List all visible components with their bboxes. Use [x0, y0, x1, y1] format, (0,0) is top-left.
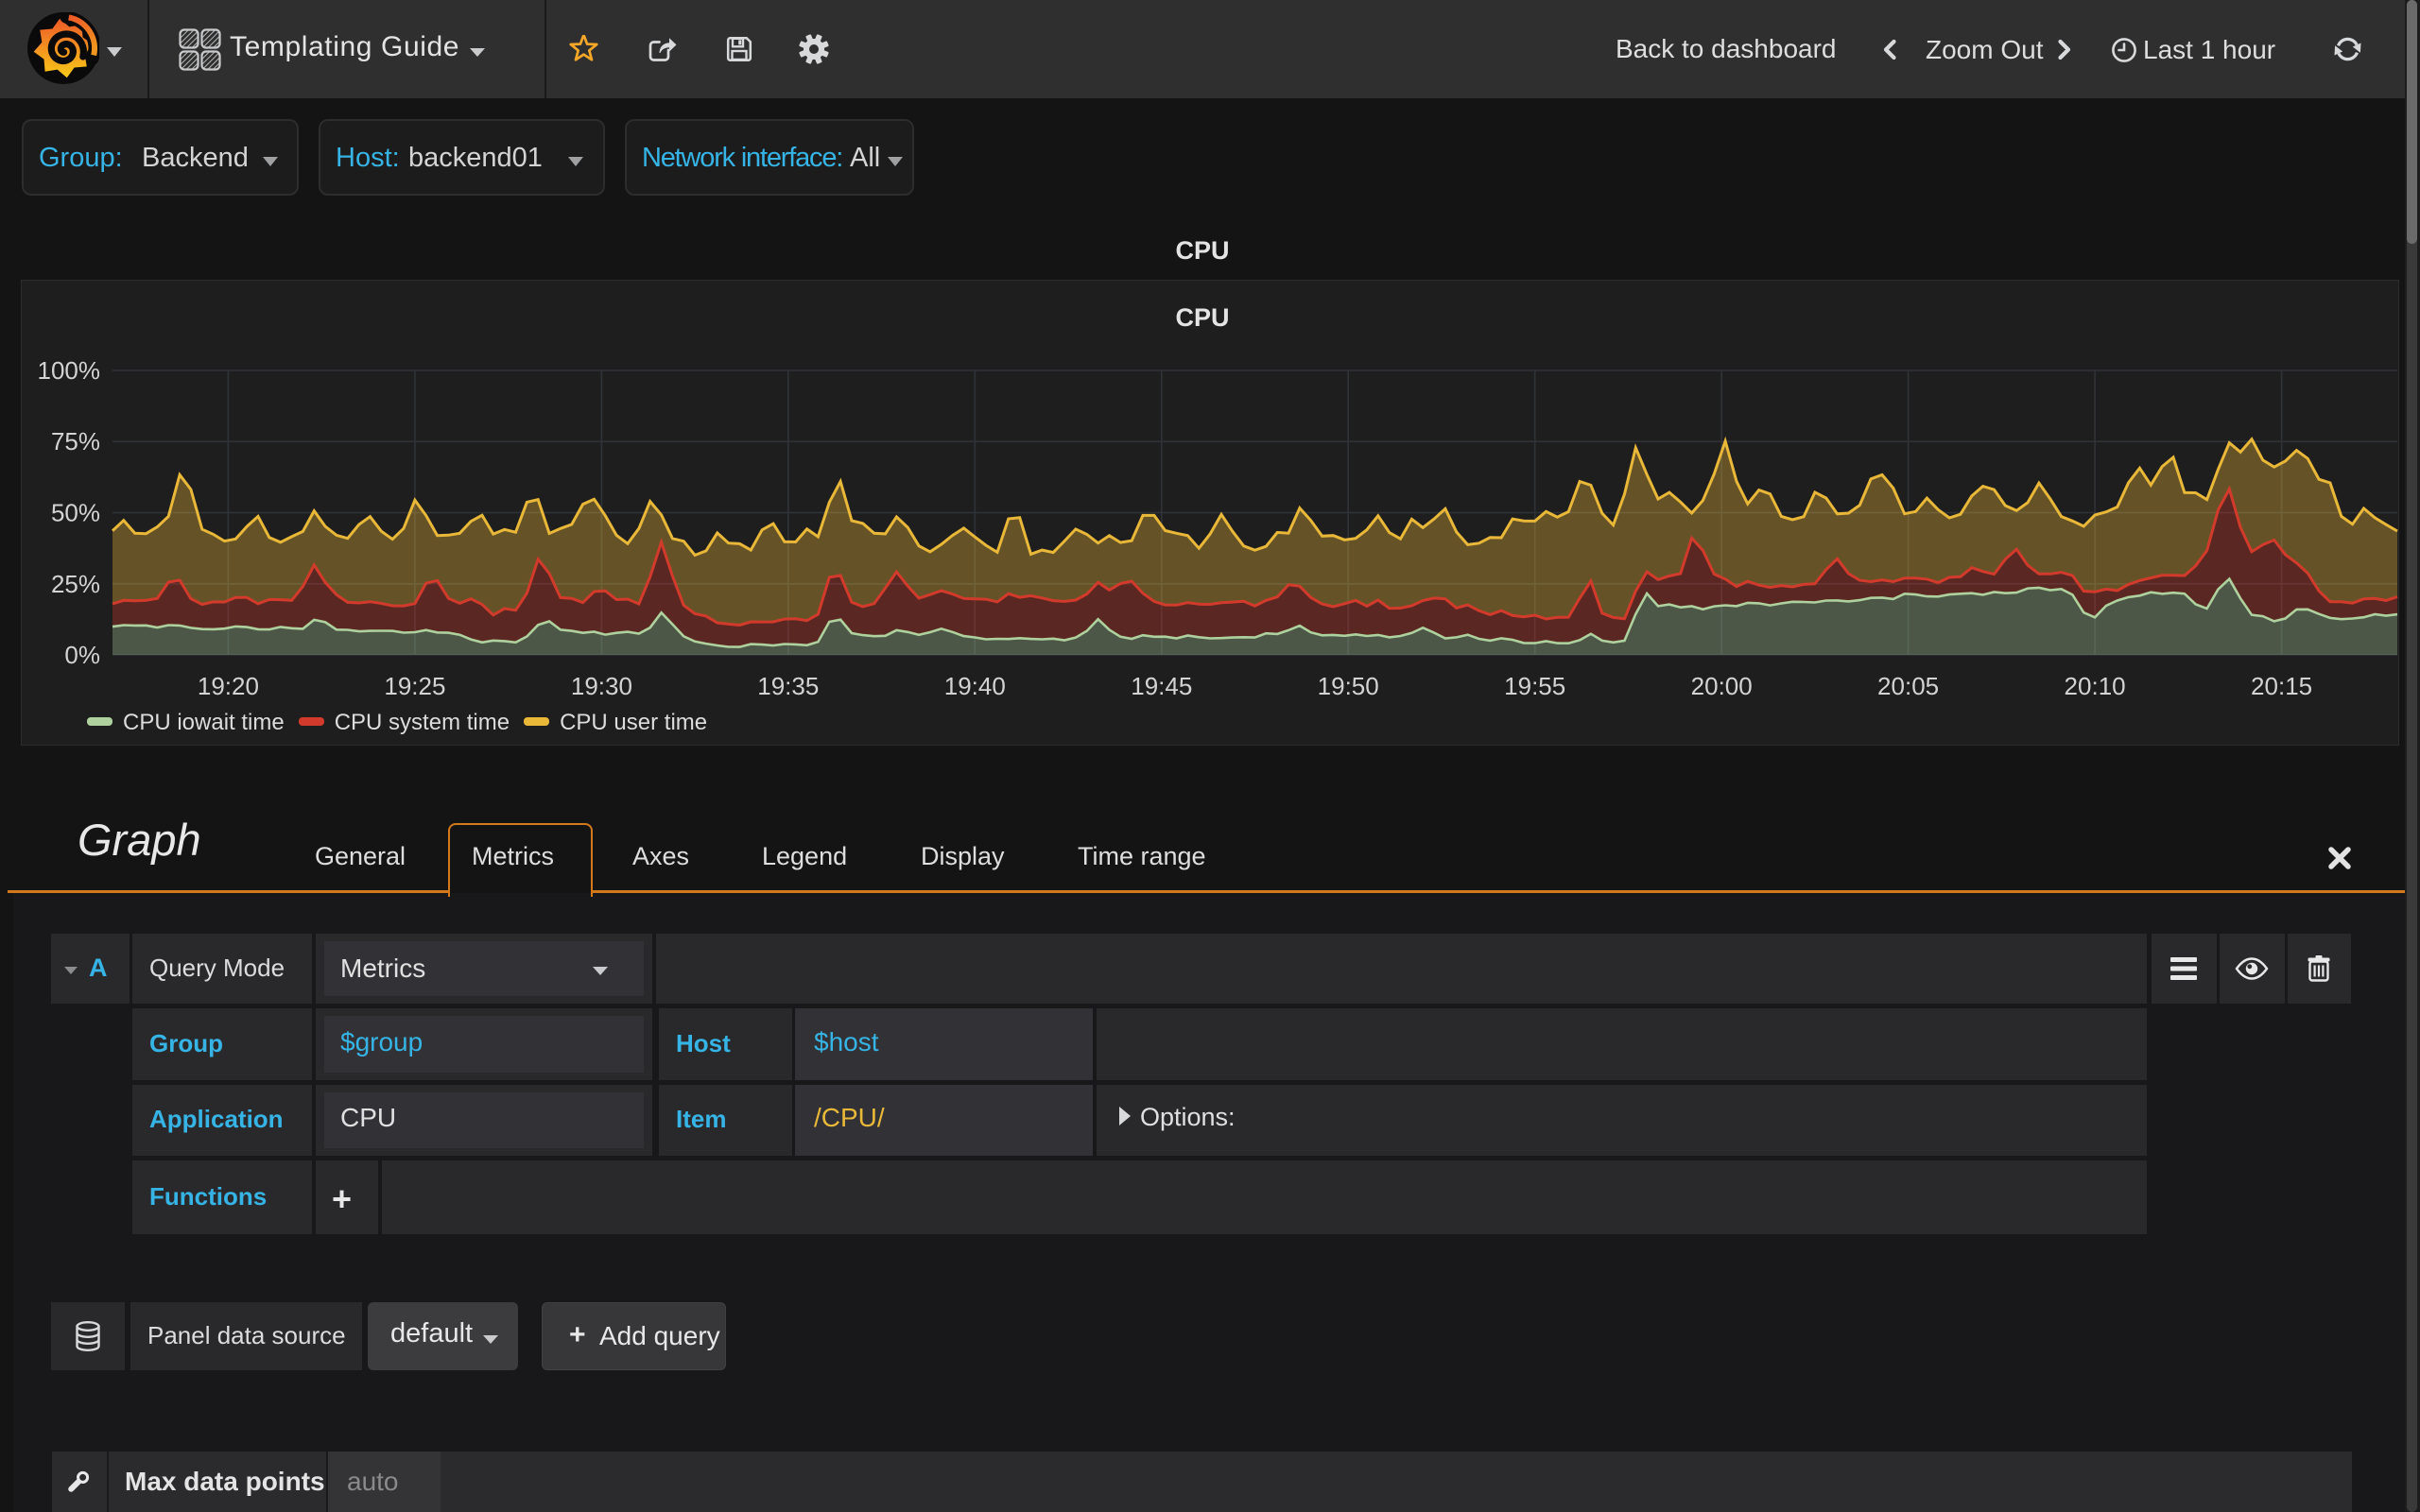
svg-text:19:20: 19:20: [198, 672, 259, 700]
svg-text:20:10: 20:10: [2065, 672, 2126, 700]
svg-text:19:30: 19:30: [571, 672, 632, 700]
svg-text:20:00: 20:00: [1691, 672, 1753, 700]
svg-text:75%: 75%: [51, 427, 100, 455]
svg-text:19:35: 19:35: [757, 672, 819, 700]
svg-text:19:25: 19:25: [384, 672, 445, 700]
svg-text:20:15: 20:15: [2251, 672, 2312, 700]
svg-text:100%: 100%: [38, 356, 101, 385]
svg-text:19:40: 19:40: [944, 672, 1006, 700]
svg-text:0%: 0%: [64, 641, 100, 669]
svg-text:19:45: 19:45: [1131, 672, 1192, 700]
svg-text:20:05: 20:05: [1877, 672, 1939, 700]
svg-text:19:55: 19:55: [1504, 672, 1565, 700]
svg-text:25%: 25%: [51, 570, 100, 598]
svg-text:19:50: 19:50: [1318, 672, 1379, 700]
svg-text:50%: 50%: [51, 499, 100, 527]
